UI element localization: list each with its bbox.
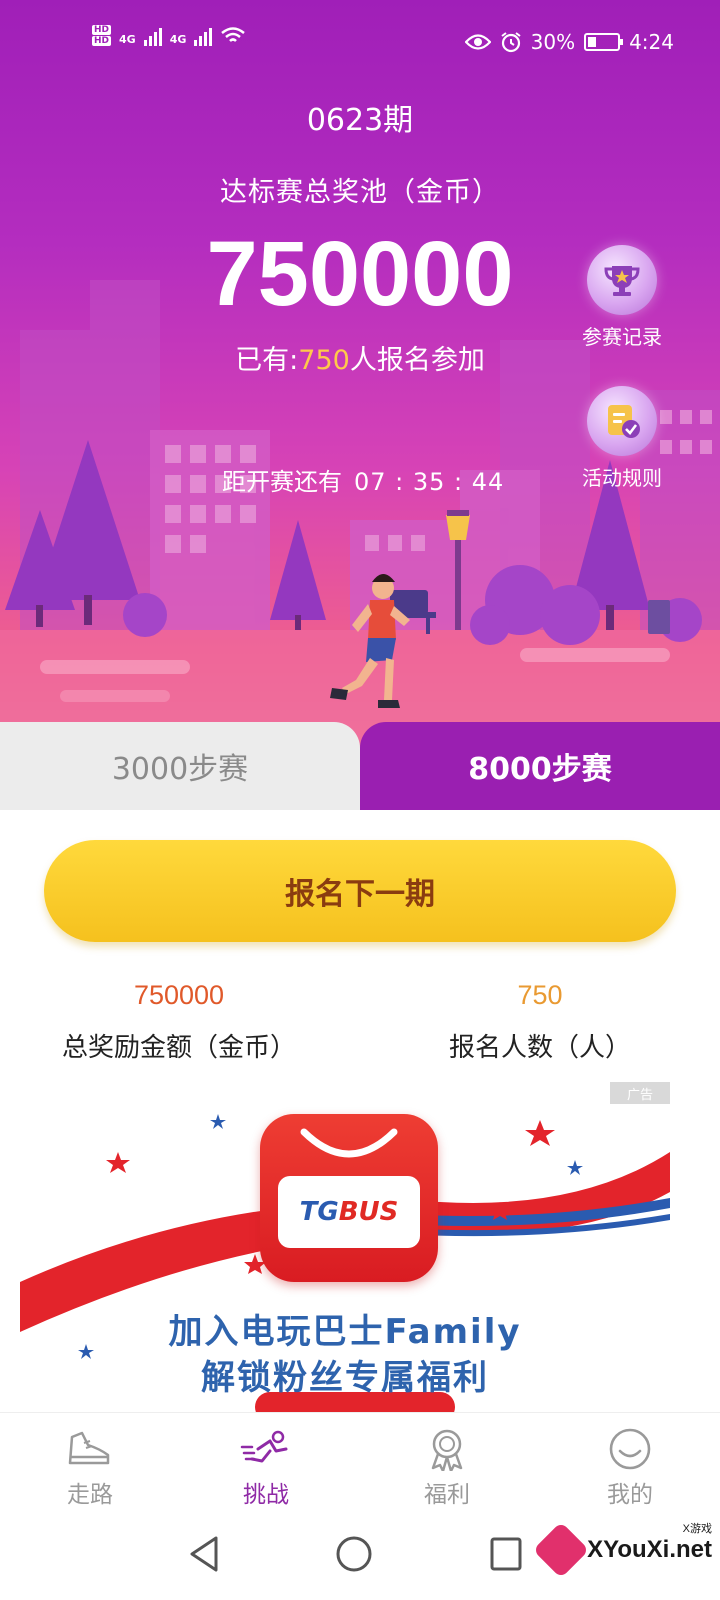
running-icon [201,1427,331,1471]
issue-number: 0623期 [306,103,414,138]
signal-icon [143,24,162,46]
trophy-icon [587,245,657,315]
eye-icon [464,34,491,50]
register-next-button[interactable]: 报名下一期 [44,840,676,942]
signup-suffix: 人报名参加 [349,345,485,376]
participants-label: 报名人数（人） [448,1033,631,1063]
nav-walk[interactable]: 走路 [25,1427,155,1509]
clock-time: 4:24 [629,30,674,54]
battery-level [588,37,597,47]
bottom-navigation: 走路 挑战 福利 我的 [0,1412,720,1512]
nav-challenge-label: 挑战 [243,1482,289,1508]
nav-welfare-label: 福利 [424,1482,470,1508]
nav-mine[interactable]: 我的 [565,1427,695,1509]
smiley-face-icon [565,1427,695,1471]
tab-8000-steps[interactable]: 8000步赛 [360,722,720,810]
status-bar: HD HD 4G 4G 30% 4:24 [0,18,720,68]
shoe-icon [25,1427,155,1471]
checklist-icon [587,386,657,456]
battery-icon [584,33,624,51]
record-button[interactable]: 参赛记录 [567,245,677,350]
ad-tag: 广告 [610,1082,670,1104]
ad-banner[interactable]: 广告 TG BUS 加入电玩巴士Family 解锁粉丝专属福利 [20,1082,670,1412]
nav-mine-label: 我的 [607,1482,653,1508]
watermark-text-wrap: X游戏 XYouXi.net [587,1523,712,1564]
race-tabs: 3000步赛 8000步赛 [0,722,720,810]
recents-icon[interactable] [488,1534,524,1574]
rules-button[interactable]: 活动规则 [567,386,677,491]
signup-prefix: 已有: [235,345,299,376]
participants-stat: 750 报名人数（人） [400,980,680,1064]
back-icon[interactable] [186,1534,222,1574]
nav-walk-label: 走路 [67,1482,113,1508]
medal-icon [382,1427,512,1471]
ad-tag-text: 广告 [626,1087,653,1103]
tgbus-logo-text: TG BUS [278,1176,420,1248]
shopping-bag-handle-icon [300,1128,398,1158]
logo-tg-text: TG [299,1197,339,1227]
watermark-logo-icon [532,1521,590,1579]
signal-icon [194,24,213,46]
hero-banner: HD HD 4G 4G 30% 4:24 0623期 达标赛总奖池（金币） 75… [0,0,720,810]
prize-pool-label: 达标赛总奖池（金币） [220,177,500,208]
participants-value: 750 [517,980,563,1010]
logo-bus-text: BUS [338,1197,399,1227]
site-watermark: X游戏 XYouXi.net [532,1521,712,1579]
total-reward-stat: 750000 总奖励金额（金币） [44,980,314,1064]
ad-subline: 解锁粉丝专属福利 [201,1358,489,1398]
total-reward-label: 总奖励金额（金币） [61,1033,296,1063]
total-reward-value: 750000 [133,980,225,1010]
hd-indicator: HD HD [92,25,112,46]
alarm-icon [501,32,521,53]
network-label-2: 4G [169,33,187,46]
nav-welfare[interactable]: 福利 [382,1427,512,1509]
record-label: 参赛记录 [582,325,662,349]
hd1-label: HD [92,25,112,35]
nav-challenge[interactable]: 挑战 [201,1427,331,1509]
countdown-label: 距开赛还有 [222,468,342,496]
rules-label: 活动规则 [582,466,662,490]
countdown: 距开赛还有 07 : 35 : 44 [222,462,504,497]
watermark-text: XYouXi.net [587,1536,712,1563]
watermark-small-text: X游戏 [682,1523,712,1535]
battery-percent: 30% [530,30,576,54]
countdown-time: 07 : 35 : 44 [354,468,505,496]
tgbus-logo: TG BUS [260,1114,438,1282]
ad-headline: 加入电玩巴士Family [168,1312,522,1352]
tab-3000-steps[interactable]: 3000步赛 [0,722,360,810]
hd2-label: HD [92,36,112,46]
home-icon[interactable] [334,1534,374,1574]
signup-count: 750 [298,345,350,376]
network-label-1: 4G [119,33,136,46]
wifi-icon [221,27,246,42]
